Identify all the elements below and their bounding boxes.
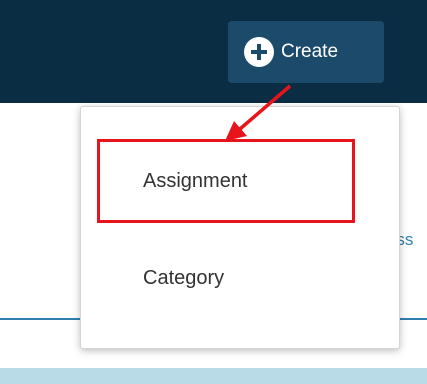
menu-item-label: Assignment bbox=[143, 169, 248, 192]
create-dropdown-menu: Assignment Category bbox=[80, 106, 400, 349]
menu-item-category[interactable]: Category bbox=[81, 248, 399, 308]
plus-circle-icon bbox=[244, 37, 274, 67]
menu-item-assignment[interactable]: Assignment bbox=[81, 151, 399, 211]
create-button[interactable]: Create bbox=[228, 21, 384, 83]
background-strip bbox=[0, 368, 427, 384]
create-button-label: Create bbox=[281, 41, 339, 62]
menu-item-label: Category bbox=[143, 266, 225, 289]
top-bar: Create bbox=[0, 0, 427, 103]
